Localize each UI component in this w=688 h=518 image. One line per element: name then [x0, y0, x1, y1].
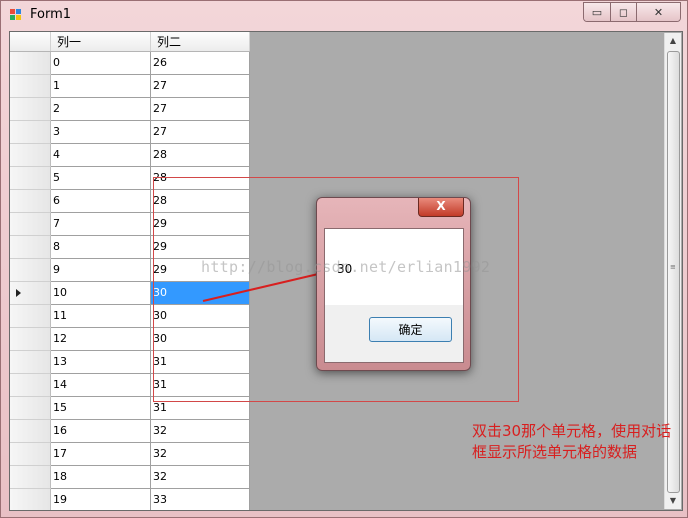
dialog-footer: 确定 [325, 305, 463, 362]
cell-col1[interactable]: 7 [51, 213, 151, 236]
cell-col2[interactable]: 26 [151, 52, 250, 75]
row-header[interactable] [10, 374, 51, 397]
table-row[interactable]: 0 26 [10, 52, 250, 75]
table-row[interactable]: 1 27 [10, 75, 250, 98]
minimize-button[interactable]: ▭ [584, 3, 610, 21]
maximize-button[interactable]: ◻ [610, 3, 636, 21]
window-title: Form1 [30, 7, 72, 22]
cell-col1[interactable]: 5 [51, 167, 151, 190]
row-header[interactable] [10, 75, 51, 98]
cell-col1[interactable]: 14 [51, 374, 151, 397]
cell-col1[interactable]: 15 [51, 397, 151, 420]
close-button[interactable]: ✕ [636, 3, 680, 21]
message-box-dialog: X 30 确定 [316, 197, 471, 371]
cell-col1[interactable]: 16 [51, 420, 151, 443]
cell-col2[interactable]: 27 [151, 121, 250, 144]
cell-col2[interactable]: 32 [151, 420, 250, 443]
row-header[interactable] [10, 236, 51, 259]
window-controls: ▭ ◻ ✕ [583, 2, 681, 22]
dialog-body: 30 确定 [324, 228, 464, 363]
row-header[interactable] [10, 167, 51, 190]
table-row[interactable]: 17 32 [10, 443, 250, 466]
row-header[interactable] [10, 328, 51, 351]
table-row[interactable]: 4 28 [10, 144, 250, 167]
row-header[interactable] [10, 190, 51, 213]
row-header[interactable] [10, 305, 51, 328]
table-row[interactable]: 3 27 [10, 121, 250, 144]
column-header-1[interactable]: 列一 [51, 32, 151, 51]
cell-col2[interactable]: 27 [151, 98, 250, 121]
row-header[interactable] [10, 52, 51, 75]
scroll-down-icon[interactable]: ▼ [665, 493, 681, 509]
cell-col1[interactable]: 3 [51, 121, 151, 144]
cell-col2[interactable]: 33 [151, 489, 250, 510]
row-header[interactable] [10, 351, 51, 374]
column-header-2[interactable]: 列二 [151, 32, 250, 51]
cell-col1[interactable]: 9 [51, 259, 151, 282]
cell-col1[interactable]: 18 [51, 466, 151, 489]
annotation-note: 双击30那个单元格，使用对话框显示所选单元格的数据 [472, 422, 672, 461]
close-icon: X [436, 199, 446, 213]
cell-col2[interactable]: 28 [151, 144, 250, 167]
row-header[interactable] [10, 98, 51, 121]
close-icon: ✕ [653, 5, 664, 19]
cell-col1[interactable]: 17 [51, 443, 151, 466]
cell-col2[interactable]: 32 [151, 443, 250, 466]
cell-col1[interactable]: 10 [51, 282, 151, 305]
title-bar[interactable]: Form1 ▭ ◻ ✕ [1, 1, 687, 29]
corner-header[interactable] [10, 32, 51, 51]
cell-col1[interactable]: 11 [51, 305, 151, 328]
cell-col1[interactable]: 19 [51, 489, 151, 510]
table-row[interactable]: 16 32 [10, 420, 250, 443]
column-header-row: 列一 列二 [10, 32, 250, 52]
cell-col1[interactable]: 8 [51, 236, 151, 259]
current-row-arrow-icon [16, 289, 21, 297]
table-row[interactable]: 2 27 [10, 98, 250, 121]
dialog-close-button[interactable]: X [418, 198, 464, 217]
row-header[interactable] [10, 466, 51, 489]
row-header[interactable] [10, 144, 51, 167]
row-header[interactable] [10, 213, 51, 236]
grip-icon: ≡ [670, 263, 676, 271]
scroll-up-icon[interactable]: ▲ [665, 33, 681, 49]
cell-col1[interactable]: 13 [51, 351, 151, 374]
cell-col1[interactable]: 1 [51, 75, 151, 98]
cell-col1[interactable]: 4 [51, 144, 151, 167]
row-header[interactable] [10, 259, 51, 282]
watermark-text: http://blog.csdn.net/erlian1992 [201, 258, 491, 276]
table-row[interactable]: 19 33 [10, 489, 250, 510]
app-icon [10, 9, 23, 21]
ok-button[interactable]: 确定 [369, 317, 452, 342]
table-row[interactable]: 18 32 [10, 466, 250, 489]
cell-col1[interactable]: 12 [51, 328, 151, 351]
row-header[interactable] [10, 489, 51, 510]
cell-col1[interactable]: 2 [51, 98, 151, 121]
row-header[interactable] [10, 121, 51, 144]
cell-col1[interactable]: 6 [51, 190, 151, 213]
row-header[interactable] [10, 397, 51, 420]
cell-col1[interactable]: 0 [51, 52, 151, 75]
row-header[interactable] [10, 420, 51, 443]
row-header[interactable] [10, 443, 51, 466]
minimize-icon: ▭ [591, 5, 603, 19]
maximize-icon: ◻ [618, 5, 629, 19]
cell-col2[interactable]: 32 [151, 466, 250, 489]
row-header[interactable] [10, 282, 51, 305]
cell-col2[interactable]: 27 [151, 75, 250, 98]
